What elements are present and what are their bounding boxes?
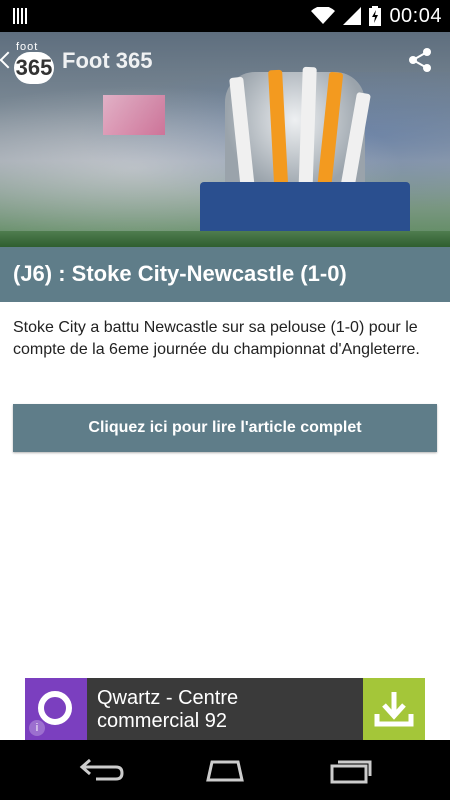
status-bar: 00:04 (0, 0, 450, 32)
ad-line-1: Qwartz - Centre (97, 687, 239, 709)
back-icon[interactable] (76, 754, 126, 786)
ad-banner[interactable]: i Qwartz - Centre commercial 92 (25, 678, 425, 740)
article-title-band: (J6) : Stoke City-Newcastle (1-0) (0, 247, 450, 302)
article-summary: Stoke City a battu Newcastle sur sa pelo… (13, 319, 420, 358)
ad-app-icon[interactable]: i (25, 678, 87, 740)
article-title: (J6) : Stoke City-Newcastle (1-0) (13, 261, 347, 286)
app-bar: foot 365 Foot 365 (0, 32, 450, 88)
home-icon[interactable] (200, 754, 250, 786)
download-icon (374, 692, 414, 727)
status-time: 00:04 (389, 4, 442, 27)
read-full-article-button[interactable]: Cliquez ici pour lire l'article complet (13, 404, 437, 452)
download-button[interactable] (363, 678, 425, 740)
nav-bar (0, 740, 450, 800)
battery-icon (369, 6, 382, 26)
barcode-icon (13, 8, 27, 24)
wifi-icon (311, 7, 336, 24)
app-logo[interactable]: foot 365 (14, 41, 58, 86)
logo-number: 365 (14, 52, 54, 84)
share-icon[interactable] (406, 46, 434, 74)
ad-line-2: commercial 92 (97, 710, 228, 732)
app-title: Foot 365 (62, 48, 153, 73)
recent-apps-icon[interactable] (326, 754, 376, 786)
ad-text[interactable]: Qwartz - Centre commercial 92 (97, 687, 238, 733)
signal-icon (343, 7, 362, 25)
info-icon[interactable]: i (29, 720, 45, 736)
